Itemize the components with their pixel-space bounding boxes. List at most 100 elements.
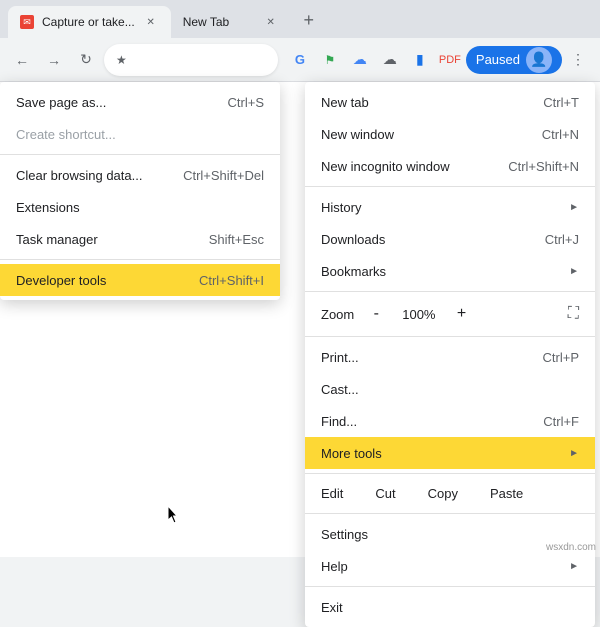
- exit-label: Exit: [321, 600, 579, 615]
- save-page-shortcut: Ctrl+S: [228, 95, 264, 110]
- pdf-icon[interactable]: PDF: [436, 46, 464, 74]
- back-button[interactable]: ←: [8, 46, 36, 74]
- clear-browsing-label: Clear browsing data...: [16, 168, 159, 183]
- extensions-item[interactable]: Extensions: [0, 191, 280, 223]
- print-label: Print...: [321, 350, 519, 365]
- paste-button[interactable]: Paste: [474, 482, 539, 505]
- zoom-value: 100%: [394, 307, 443, 322]
- reload-button[interactable]: ↻: [72, 46, 100, 74]
- cast-label: Cast...: [321, 382, 579, 397]
- create-shortcut-label: Create shortcut...: [16, 127, 264, 142]
- new-window-item[interactable]: New window Ctrl+N: [305, 118, 595, 150]
- more-tools-item[interactable]: More tools ►: [305, 437, 595, 469]
- new-incognito-shortcut: Ctrl+Shift+N: [508, 159, 579, 174]
- edit-label: Edit: [321, 486, 343, 501]
- more-tools-label: More tools: [321, 446, 561, 461]
- bookmarks-arrow: ►: [569, 266, 579, 277]
- create-shortcut-item[interactable]: Create shortcut...: [0, 118, 280, 150]
- cloud-icon[interactable]: ☁: [346, 46, 374, 74]
- history-item[interactable]: History ►: [305, 191, 595, 223]
- print-shortcut: Ctrl+P: [543, 350, 579, 365]
- find-item[interactable]: Find... Ctrl+F: [305, 405, 595, 437]
- more-tools-submenu: Save page as... Ctrl+S Create shortcut..…: [0, 82, 280, 300]
- bookmarks-label: Bookmarks: [321, 264, 561, 279]
- tab-favicon-1: ✉: [20, 15, 34, 29]
- new-window-shortcut: Ctrl+N: [542, 127, 579, 142]
- tab-newtab[interactable]: New Tab ✕: [171, 6, 291, 38]
- cut-button[interactable]: Cut: [359, 482, 411, 505]
- new-tab-button[interactable]: +: [295, 6, 323, 34]
- help-arrow: ►: [569, 561, 579, 572]
- right-sep-1: [305, 186, 595, 187]
- bookmark-icon[interactable]: ▮: [406, 46, 434, 74]
- new-tab-item[interactable]: New tab Ctrl+T: [305, 86, 595, 118]
- zoom-expand-icon[interactable]: ⛶: [568, 305, 579, 323]
- paused-label: Paused: [476, 52, 520, 67]
- right-sep-3: [305, 336, 595, 337]
- right-sep-6: [305, 586, 595, 587]
- right-sep-2: [305, 291, 595, 292]
- developer-tools-label: Developer tools: [16, 273, 175, 288]
- toolbar: ← → ↻ ★ G ⚑ ☁ ☁ ▮ PDF Paused 👤: [0, 38, 600, 82]
- mouse-cursor: [168, 506, 182, 529]
- exit-item[interactable]: Exit: [305, 591, 595, 623]
- tab-close-1[interactable]: ✕: [143, 14, 159, 30]
- forward-button[interactable]: →: [40, 46, 68, 74]
- save-page-item[interactable]: Save page as... Ctrl+S: [0, 86, 280, 118]
- settings-label: Settings: [321, 527, 579, 542]
- zoom-minus-button[interactable]: -: [362, 300, 390, 328]
- more-tools-arrow: ►: [569, 448, 579, 459]
- new-incognito-label: New incognito window: [321, 159, 484, 174]
- help-label: Help: [321, 559, 561, 574]
- tab-capture[interactable]: ✉ Capture or take... ✕: [8, 6, 171, 38]
- task-manager-label: Task manager: [16, 232, 185, 247]
- save-page-label: Save page as...: [16, 95, 204, 110]
- zoom-plus-button[interactable]: +: [447, 300, 475, 328]
- menu-button[interactable]: ⋮: [564, 46, 592, 74]
- extensions-label: Extensions: [16, 200, 264, 215]
- new-incognito-item[interactable]: New incognito window Ctrl+Shift+N: [305, 150, 595, 182]
- tab-close-2[interactable]: ✕: [263, 14, 279, 30]
- tab-title-1: Capture or take...: [42, 15, 135, 29]
- address-bar[interactable]: ★: [104, 44, 278, 76]
- clear-browsing-shortcut: Ctrl+Shift+Del: [183, 168, 264, 183]
- dark-cloud-icon[interactable]: ☁: [376, 46, 404, 74]
- downloads-shortcut: Ctrl+J: [545, 232, 579, 247]
- extension-icon-1[interactable]: ⚑: [316, 46, 344, 74]
- right-sep-4: [305, 473, 595, 474]
- browser-frame: ✉ Capture or take... ✕ New Tab ✕ + ← → ↻…: [0, 0, 600, 557]
- downloads-item[interactable]: Downloads Ctrl+J: [305, 223, 595, 255]
- print-item[interactable]: Print... Ctrl+P: [305, 341, 595, 373]
- downloads-label: Downloads: [321, 232, 521, 247]
- right-sep-5: [305, 513, 595, 514]
- zoom-row: Zoom - 100% + ⛶: [305, 296, 595, 332]
- developer-tools-shortcut: Ctrl+Shift+I: [199, 273, 264, 288]
- left-sep-2: [0, 259, 280, 260]
- tab-bar: ✉ Capture or take... ✕ New Tab ✕ +: [0, 0, 600, 38]
- content-area: Save page as... Ctrl+S Create shortcut..…: [0, 82, 600, 557]
- new-tab-shortcut: Ctrl+T: [543, 95, 579, 110]
- task-manager-item[interactable]: Task manager Shift+Esc: [0, 223, 280, 255]
- new-window-label: New window: [321, 127, 518, 142]
- developer-tools-item[interactable]: Developer tools Ctrl+Shift+I: [0, 264, 280, 296]
- bookmarks-item[interactable]: Bookmarks ►: [305, 255, 595, 287]
- copy-button[interactable]: Copy: [412, 482, 474, 505]
- help-item[interactable]: Help ►: [305, 550, 595, 582]
- star-icon: ★: [116, 53, 127, 67]
- watermark: wsxdn.com: [546, 542, 596, 553]
- find-shortcut: Ctrl+F: [543, 414, 579, 429]
- toolbar-icons: G ⚑ ☁ ☁ ▮ PDF Paused 👤 ⋮: [286, 46, 592, 74]
- find-label: Find...: [321, 414, 519, 429]
- clear-browsing-item[interactable]: Clear browsing data... Ctrl+Shift+Del: [0, 159, 280, 191]
- new-tab-label: New tab: [321, 95, 519, 110]
- task-manager-shortcut: Shift+Esc: [209, 232, 264, 247]
- history-label: History: [321, 200, 561, 215]
- grammarly-icon[interactable]: G: [286, 46, 314, 74]
- paused-button[interactable]: Paused 👤: [466, 46, 562, 74]
- left-sep-1: [0, 154, 280, 155]
- history-arrow: ►: [569, 202, 579, 213]
- cast-item[interactable]: Cast...: [305, 373, 595, 405]
- zoom-label: Zoom: [321, 307, 354, 322]
- edit-row: Edit Cut Copy Paste: [305, 478, 595, 509]
- tab-title-2: New Tab: [183, 15, 255, 29]
